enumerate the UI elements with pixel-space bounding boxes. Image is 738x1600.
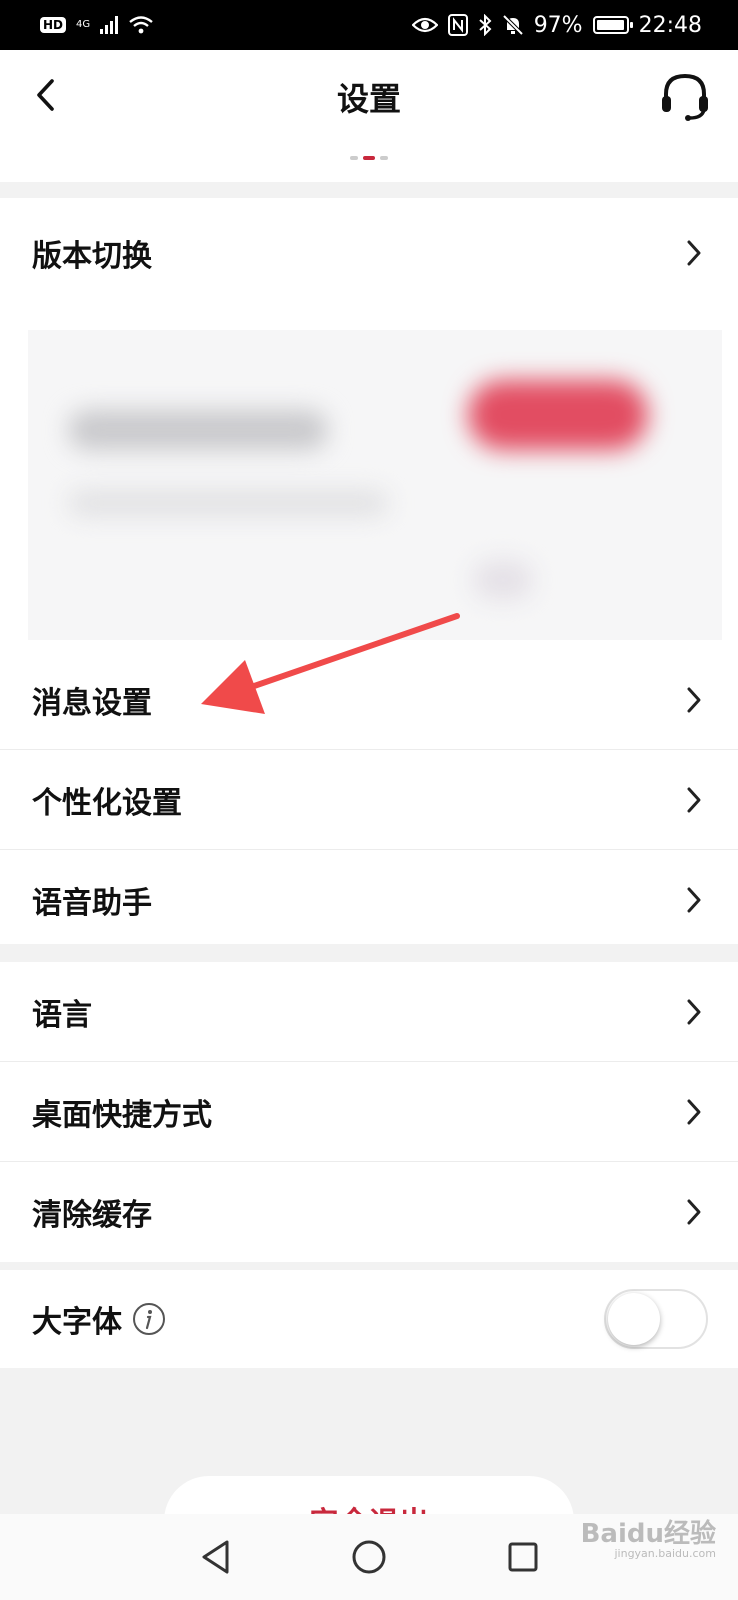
settings-section-2: 语言 桌面快捷方式 清除缓存	[0, 962, 738, 1262]
row-label: 消息设置	[32, 685, 152, 721]
blurred-banner[interactable]	[28, 330, 722, 640]
row-label: 语言	[32, 997, 92, 1033]
triangle-back-icon	[202, 1540, 229, 1574]
headset-icon	[662, 73, 708, 121]
row-version-switch[interactable]: 版本切换	[0, 198, 738, 308]
row-personalization-settings[interactable]: 个性化设置	[0, 750, 738, 850]
page-dot	[350, 156, 358, 160]
battery-icon	[592, 16, 633, 34]
page-dot	[380, 156, 388, 160]
network-type: 4G	[76, 19, 91, 30]
row-language[interactable]: 语言	[0, 962, 738, 1062]
nav-home-button[interactable]	[347, 1535, 391, 1579]
row-voice-assistant[interactable]: 语音助手	[0, 850, 738, 950]
chevron-right-icon	[687, 240, 701, 266]
circle-home-icon	[352, 1540, 386, 1574]
watermark-url: jingyan.baidu.com	[614, 1547, 716, 1560]
row-label: 大字体	[32, 1305, 122, 1340]
row-label: 清除缓存	[32, 1198, 152, 1233]
mute-bell-icon	[502, 14, 524, 36]
hd-badge: HD	[40, 17, 67, 33]
baidu-watermark: Baidu经验 jingyan.baidu.com	[581, 1520, 716, 1560]
row-desktop-shortcut[interactable]: 桌面快捷方式	[0, 1062, 738, 1162]
chevron-right-icon	[687, 999, 701, 1024]
signal-icon	[100, 16, 119, 34]
page-title: 设置	[336, 80, 401, 118]
wifi-icon	[129, 16, 153, 34]
settings-section-1: 版本切换 消息设置 个性化设置 语音助手	[0, 198, 738, 944]
chevron-right-icon	[687, 687, 701, 712]
row-label: 个性化设置	[32, 785, 182, 821]
nav-back-button[interactable]	[193, 1535, 237, 1579]
bluetooth-icon	[479, 14, 492, 36]
watermark-brand: Baidu经验	[580, 1519, 716, 1549]
settings-section-3: 大字体	[0, 1270, 738, 1368]
large-font-toggle[interactable]	[604, 1289, 708, 1349]
nav-recent-button[interactable]	[501, 1535, 545, 1579]
eye-icon	[411, 17, 438, 33]
page-dot-active	[363, 156, 375, 160]
square-recent-icon	[508, 1542, 538, 1572]
battery-percent: 97%	[533, 12, 583, 38]
row-label: 版本切换	[32, 239, 152, 274]
row-large-font: 大字体	[0, 1270, 738, 1368]
status-bar: HD 4G 97% 22:48	[0, 0, 738, 50]
page-indicator	[0, 156, 738, 160]
toggle-knob	[608, 1293, 660, 1345]
row-label: 语音助手	[32, 886, 152, 921]
chevron-right-icon	[687, 1199, 701, 1225]
chevron-right-icon	[687, 1099, 701, 1124]
customer-service-button[interactable]	[656, 68, 714, 126]
chevron-right-icon	[687, 787, 701, 812]
row-message-settings[interactable]: 消息设置	[0, 650, 738, 750]
clock: 22:48	[638, 12, 702, 38]
chevron-right-icon	[687, 887, 701, 913]
header: 设置	[0, 50, 738, 182]
nfc-icon	[447, 14, 468, 36]
row-clear-cache[interactable]: 清除缓存	[0, 1162, 738, 1262]
info-icon[interactable]	[132, 1302, 166, 1336]
row-label: 桌面快捷方式	[32, 1097, 212, 1133]
